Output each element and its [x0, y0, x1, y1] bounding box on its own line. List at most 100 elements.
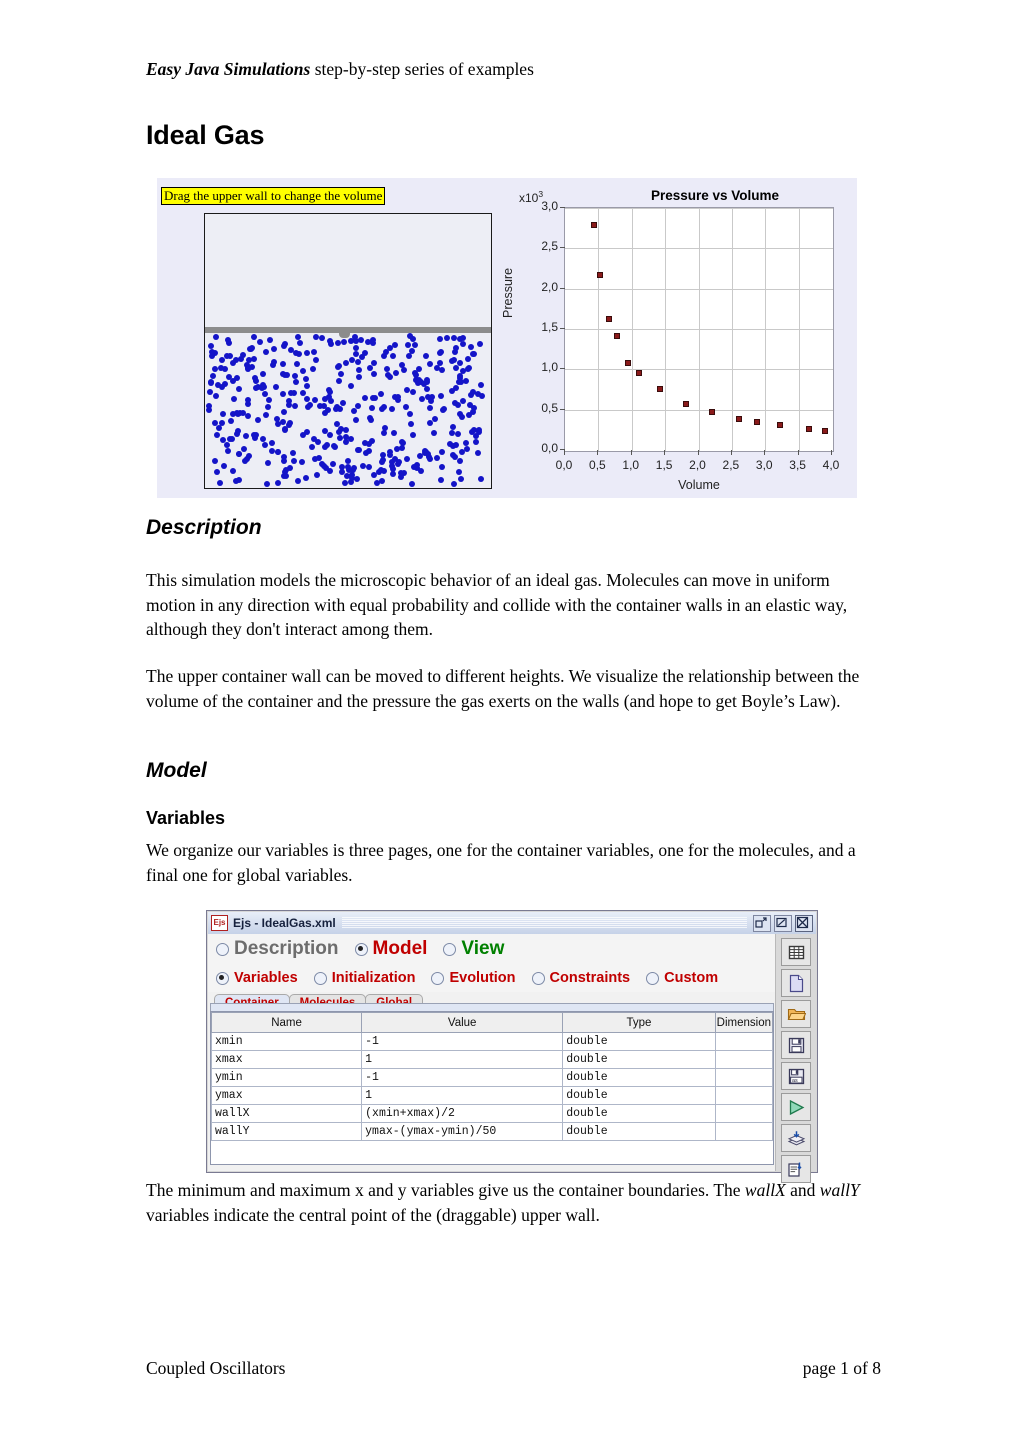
table-row[interactable]: xmax 1 double	[211, 1050, 773, 1069]
subtab-evolution[interactable]: Evolution	[431, 970, 516, 986]
variable-type[interactable]: double	[562, 1068, 716, 1087]
variable-dimension[interactable]	[714, 1122, 773, 1141]
gas-molecule	[370, 471, 377, 478]
variable-dimension[interactable]	[714, 1068, 773, 1087]
subtab-constraints[interactable]: Constraints	[531, 970, 631, 986]
variable-dimension[interactable]	[714, 1050, 773, 1069]
subtab-custom[interactable]: Custom	[646, 970, 718, 986]
variable-value[interactable]: 1	[361, 1050, 564, 1069]
tab-model[interactable]: Model	[354, 938, 428, 960]
x-axis-tick-mark	[597, 450, 599, 455]
gas-molecule	[444, 334, 451, 341]
tab-model-label: Model	[372, 938, 428, 959]
data-point	[776, 421, 783, 428]
evolution-radio[interactable]	[431, 971, 445, 985]
description-radio[interactable]	[216, 942, 229, 956]
heading-model: Model	[146, 759, 207, 782]
gas-molecule	[212, 419, 219, 426]
restore-button[interactable]	[753, 914, 771, 932]
column-header-dimension[interactable]: Dimension	[714, 1012, 773, 1033]
package-button[interactable]	[781, 1124, 811, 1152]
gas-container[interactable]	[204, 213, 492, 489]
table-row[interactable]: ymin -1 double	[211, 1068, 773, 1087]
table-row[interactable]: xmin -1 double	[211, 1032, 773, 1051]
gas-molecule	[226, 435, 233, 442]
tab-description[interactable]: Description	[216, 938, 339, 960]
column-header-value[interactable]: Value	[361, 1012, 564, 1033]
variable-value[interactable]: -1	[361, 1032, 564, 1051]
ejs-titlebar[interactable]: Ejs Ejs - IdealGas.xml	[208, 912, 816, 935]
gas-molecule	[400, 440, 407, 447]
variable-name[interactable]: ymax	[211, 1086, 363, 1105]
table-grid-button[interactable]	[781, 938, 811, 966]
subtab-constraints-label: Constraints	[549, 970, 631, 986]
new-page-button[interactable]	[781, 969, 811, 997]
save-as-button[interactable]: as	[781, 1062, 811, 1090]
variable-type[interactable]: double	[562, 1086, 716, 1105]
run-button[interactable]	[781, 1093, 811, 1121]
table-row[interactable]: wallX (xmin+xmax)/2 double	[211, 1104, 773, 1123]
variable-type[interactable]: double	[562, 1104, 716, 1123]
subtab-initialization[interactable]: Initialization	[313, 970, 415, 986]
table-row[interactable]: wallY ymax-(ymax-ymin)/50 double	[211, 1122, 773, 1141]
variable-type[interactable]: double	[562, 1032, 716, 1051]
description-paragraph-2: The upper container wall can be moved to…	[146, 666, 860, 711]
gas-molecule	[295, 477, 302, 484]
view-radio[interactable]	[443, 942, 457, 956]
y-axis-tick-mark	[560, 328, 565, 329]
gas-molecule	[208, 342, 215, 349]
gas-molecule	[393, 445, 400, 452]
y-axis-tick-label: 1,0	[541, 360, 558, 375]
data-point	[614, 333, 621, 340]
gas-molecule	[409, 480, 416, 487]
y-axis-multiplier-exponent: 3	[538, 189, 544, 199]
variable-value[interactable]: -1	[361, 1068, 564, 1087]
maximize-button[interactable]	[774, 914, 792, 932]
save-button[interactable]	[781, 1031, 811, 1059]
subtab-variables[interactable]: Variables	[216, 970, 298, 986]
variable-value[interactable]: (xmin+xmax)/2	[361, 1104, 564, 1123]
variable-name[interactable]: xmin	[211, 1032, 363, 1051]
variable-dimension[interactable]	[714, 1032, 773, 1051]
gas-molecule	[348, 337, 355, 344]
ejs-window-title: Ejs - IdealGas.xml	[233, 916, 336, 930]
initialization-radio[interactable]	[313, 971, 327, 985]
variable-type[interactable]: double	[562, 1122, 716, 1141]
pressure-volume-chart: x103 Pressure vs Volume 0,0 0,5 1,0 1,5 2,0 2…	[501, 178, 857, 498]
y-axis-label: Pressure	[501, 267, 515, 318]
variable-dimension[interactable]	[714, 1104, 773, 1123]
variable-dimension[interactable]	[714, 1086, 773, 1105]
constraints-radio[interactable]	[531, 971, 545, 985]
variable-value[interactable]: 1	[361, 1086, 564, 1105]
column-header-name[interactable]: Name	[211, 1012, 363, 1033]
gas-molecule	[205, 403, 212, 410]
data-point	[708, 409, 715, 416]
package-icon	[787, 1130, 805, 1145]
gas-molecule	[251, 334, 258, 340]
gas-molecule	[396, 458, 403, 465]
variables-radio[interactable]	[216, 971, 229, 985]
variable-name[interactable]: wallX	[211, 1104, 363, 1123]
variable-name[interactable]: wallY	[211, 1122, 363, 1141]
gas-molecule	[423, 376, 430, 383]
tab-view[interactable]: View	[443, 938, 504, 960]
gas-molecule	[333, 420, 340, 427]
model-radio[interactable]	[354, 942, 368, 956]
gas-molecule	[316, 454, 323, 461]
variable-name[interactable]: ymin	[211, 1068, 363, 1087]
gas-molecule	[356, 373, 363, 380]
open-folder-button[interactable]	[781, 1000, 811, 1028]
table-row[interactable]: ymax 1 double	[211, 1086, 773, 1105]
variable-type[interactable]: double	[562, 1050, 716, 1069]
gas-molecule	[370, 371, 377, 378]
custom-radio[interactable]	[646, 971, 660, 985]
variable-name[interactable]: xmax	[211, 1050, 363, 1069]
wall-paragraph-part-b: and	[785, 1180, 820, 1200]
close-button[interactable]	[795, 914, 813, 932]
ejs-window[interactable]: Ejs Ejs - IdealGas.xml Description Model…	[206, 910, 818, 1183]
gas-molecule	[403, 403, 410, 410]
column-header-type[interactable]: Type	[562, 1012, 716, 1033]
titlebar-texture	[341, 917, 747, 929]
variable-value[interactable]: ymax-(ymax-ymin)/50	[361, 1122, 564, 1141]
gas-molecule	[350, 464, 357, 471]
